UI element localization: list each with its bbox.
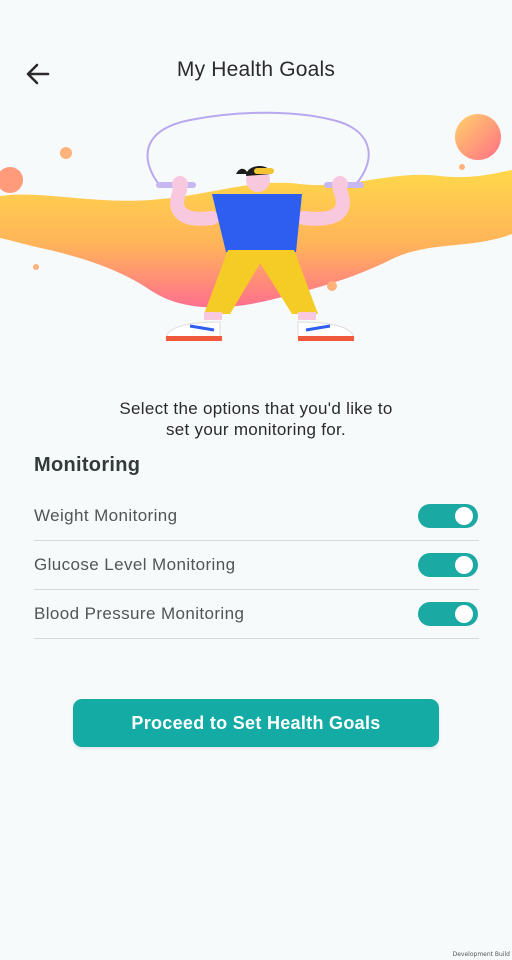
monitoring-row-glucose[interactable]: Glucose Level Monitoring <box>34 541 479 590</box>
decor-dot <box>60 147 72 159</box>
jump-rope-illustration <box>0 111 512 341</box>
toggle-knob <box>455 556 473 574</box>
monitoring-section-title: Monitoring <box>34 454 141 476</box>
glucose-monitoring-toggle[interactable] <box>418 553 478 577</box>
monitoring-label: Weight Monitoring <box>34 506 178 525</box>
toggle-knob <box>455 507 473 525</box>
build-tag: Development Build <box>452 951 510 958</box>
monitoring-row-weight[interactable]: Weight Monitoring <box>34 492 479 541</box>
decor-dot <box>327 281 337 291</box>
page-title: My Health Goals <box>176 58 336 81</box>
decor-dot <box>459 164 465 170</box>
toggle-knob <box>455 605 473 623</box>
monitoring-row-blood-pressure[interactable]: Blood Pressure Monitoring <box>34 590 479 639</box>
monitoring-label: Blood Pressure Monitoring <box>34 604 245 623</box>
intro-line-1: Select the options that you'd like to <box>119 399 393 418</box>
decor-dot <box>0 167 23 193</box>
monitoring-list: Weight Monitoring Glucose Level Monitori… <box>34 492 479 639</box>
health-goals-screen: My Health Goals Select the options that … <box>0 0 512 960</box>
intro-line-2: set your monitoring for. <box>165 420 347 439</box>
intro-text: Select the options that you'd like to se… <box>0 398 512 440</box>
weight-monitoring-toggle[interactable] <box>418 504 478 528</box>
decor-dot <box>455 114 501 160</box>
blood-pressure-monitoring-toggle[interactable] <box>418 602 478 626</box>
decor-dot <box>33 264 39 270</box>
monitoring-label: Glucose Level Monitoring <box>34 555 236 574</box>
proceed-button[interactable]: Proceed to Set Health Goals <box>73 699 439 747</box>
